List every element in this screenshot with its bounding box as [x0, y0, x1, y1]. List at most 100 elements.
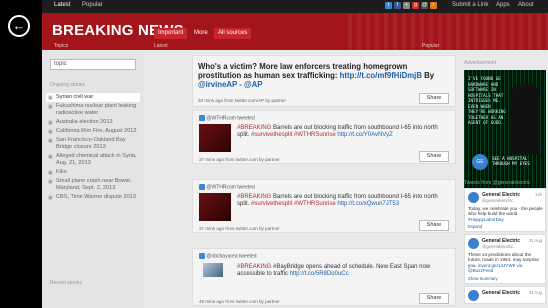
- recent-stories-label: Recent stories: [50, 280, 82, 286]
- news-icon: ▣: [48, 129, 53, 135]
- twitter-icon: [199, 184, 205, 190]
- tweet-handle: @generalelectric: [482, 244, 514, 249]
- news-icon: ▣: [48, 138, 53, 144]
- facebook-icon[interactable]: f: [394, 2, 401, 9]
- column-header-latest: Latest: [154, 43, 168, 49]
- ad-text: I'VE FOUND GE HARDWARE AND SOFTWARE IN H…: [468, 76, 506, 125]
- story-meta: 33 mins ago from twitter.com/AP by partn…: [198, 98, 286, 103]
- tweet-date: 14h: [535, 192, 542, 197]
- tweet-date: 31 Aug: [528, 238, 542, 243]
- share-button[interactable]: Share: [419, 151, 449, 162]
- tweet-card[interactable]: General Electric @generalelectric 31 Aug…: [464, 234, 546, 284]
- avatar: [468, 290, 479, 301]
- share-button[interactable]: Share: [419, 220, 449, 231]
- topic-item[interactable]: ▣ CBS, Time Warner dispute 2013: [46, 193, 140, 202]
- topic-item[interactable]: ▣ Kiko: [46, 168, 140, 177]
- news-icon: ▣: [48, 104, 53, 110]
- share-button[interactable]: Share: [419, 93, 449, 104]
- tweet-body: Today, we celebrate you - the people who…: [468, 206, 543, 222]
- topic-search-input[interactable]: topic: [50, 59, 136, 70]
- advertisement-banner[interactable]: I'VE FOUND GE HARDWARE AND SOFTWARE IN H…: [464, 70, 546, 194]
- back-arrow-icon: ←: [12, 18, 26, 33]
- topic-item[interactable]: ▣ Syrian civil war: [46, 93, 140, 102]
- nbc-logo-thumbnail[interactable]: [203, 263, 223, 277]
- tweet-text: #BREAKING Barrels are out blocking traff…: [237, 194, 438, 207]
- news-feed: Who's a victim? More law enforcers treat…: [192, 50, 456, 308]
- topic-item[interactable]: ▣ California Rim Fire, August 2013: [46, 127, 140, 136]
- back-button[interactable]: ←: [8, 15, 30, 37]
- twitter-icon: [199, 253, 205, 259]
- tweet-card[interactable]: General Electric 31 Aug: [464, 286, 546, 304]
- story-card[interactable]: @WTHRcom tweeted #BREAKING Barrels are o…: [192, 110, 456, 164]
- submit-link[interactable]: Submit a Link: [452, 2, 488, 8]
- tweet-source: @nbcbayarea tweeted: [199, 253, 257, 259]
- tweet-link[interactable]: http://t.co/xQwun7JT53: [336, 201, 399, 207]
- ongoing-stories-label: Ongoing stories: [50, 82, 86, 88]
- ad-cta[interactable]: SEE A HOSPITAL THROUGH MY EYES: [492, 156, 538, 166]
- news-icon: ▣: [48, 95, 53, 101]
- story-meta: 37 mins ago from twitter.com by partner: [199, 157, 280, 162]
- story-link[interactable]: http://t.co/mf9fHiDmjB: [340, 71, 422, 80]
- tweet-author: General Electric: [482, 290, 521, 296]
- nav-important[interactable]: Important: [154, 28, 188, 39]
- avatar: [468, 238, 479, 249]
- story-meta: 49 mins ago from twitter.com by partner: [199, 299, 280, 304]
- twitter-icon[interactable]: t: [385, 2, 392, 9]
- topic-item[interactable]: ▣ Small plane crash near Bowie, Maryland,…: [46, 177, 140, 193]
- tweet-source: @WTHRcom tweeted: [199, 184, 255, 190]
- story-thumbnail[interactable]: [199, 124, 231, 152]
- column-header-popular: Popular: [422, 43, 440, 49]
- tweets-label: Tweets from @generalelectric: [464, 180, 531, 186]
- tab-latest[interactable]: Latest: [54, 2, 70, 8]
- right-column: Advertisement I'VE FOUND GE HARDWARE AND…: [460, 50, 548, 308]
- world-map-pattern: [348, 13, 548, 50]
- story-card[interactable]: @WTHRcom tweeted #BREAKING Barrels are o…: [192, 179, 456, 233]
- author-link[interactable]: @irvineAP - @AP: [198, 80, 262, 89]
- mail-icon[interactable]: @: [421, 2, 428, 9]
- agent-figure-graphic: [510, 84, 540, 154]
- news-icon: ▣: [48, 154, 53, 160]
- tweet-body: These 14 predictions about the future, m…: [468, 252, 539, 274]
- expand-link[interactable]: Expand: [468, 224, 482, 229]
- story-thumbnail[interactable]: [199, 193, 231, 221]
- column-header-topics: Topics: [54, 43, 69, 49]
- header-banner: BREAKING NEWS Important More All sources…: [42, 13, 548, 50]
- tweet-source: @WTHRcom tweeted: [199, 115, 255, 121]
- top-bar: Latest Popular t f + g @ r Submit a Link…: [42, 0, 548, 13]
- rss-icon[interactable]: r: [430, 2, 437, 9]
- nav-more[interactable]: More: [190, 28, 212, 39]
- tweet-card[interactable]: General Electric @generalelectric 14h To…: [464, 188, 546, 232]
- topic-list: ▣ Syrian civil war ▣ Fukushima nuclear pla…: [46, 93, 140, 202]
- tweet-text: #BREAKING Barrels are out blocking traff…: [237, 125, 438, 138]
- topic-item[interactable]: ▣ Alleged chemical attack in Syria, Aug. …: [46, 152, 140, 168]
- story-card[interactable]: @nbcbayarea tweeted #BREAKING #BayBridge…: [192, 248, 456, 306]
- share-button[interactable]: Share: [419, 293, 449, 304]
- news-icon: ▣: [48, 170, 53, 176]
- tab-popular[interactable]: Popular: [82, 2, 103, 8]
- story-card[interactable]: Who's a victim? More law enforcers treat…: [192, 55, 456, 107]
- topic-item[interactable]: ▣ Australia election 2013: [46, 118, 140, 127]
- news-icon: ▣: [48, 120, 53, 126]
- news-icon: ▣: [48, 179, 53, 185]
- show-summary-link[interactable]: Show Summary: [468, 276, 498, 281]
- advertisement-label: Advertisement: [464, 60, 496, 66]
- about-menu[interactable]: About: [518, 2, 534, 8]
- tweet-handle: @generalelectric: [482, 198, 514, 203]
- avatar: [468, 192, 479, 203]
- app-window: Latest Popular t f + g @ r Submit a Link…: [42, 0, 548, 308]
- nav-all-sources[interactable]: All sources: [214, 28, 252, 39]
- topic-item[interactable]: ▣ Fukushima nuclear plant leaking radioac…: [46, 102, 140, 118]
- tweet-text: #BREAKING #BayBridge opens ahead of sche…: [237, 264, 431, 277]
- tweet-link[interactable]: http://t.co/Y0AvNVyZ: [336, 132, 392, 138]
- topics-sidebar: topic Ongoing stories ▣ Syrian civil war …: [42, 50, 144, 308]
- google-plus-icon[interactable]: g: [412, 2, 419, 9]
- topic-item[interactable]: ▣ San Francisco-Oakland Bay Bridge closur…: [46, 136, 140, 152]
- ge-logo-icon: GE: [472, 154, 488, 170]
- tweet-link[interactable]: http://t.co/5R8Do0uCc: [290, 271, 349, 277]
- story-meta: 37 mins ago from twitter.com by partner: [199, 226, 280, 231]
- apps-menu[interactable]: Apps: [496, 2, 510, 8]
- share-icon[interactable]: +: [403, 2, 410, 9]
- tweet-date: 31 Aug: [528, 290, 542, 295]
- story-headline: Who's a victim? More law enforcers treat…: [198, 62, 435, 89]
- news-icon: ▣: [48, 195, 53, 201]
